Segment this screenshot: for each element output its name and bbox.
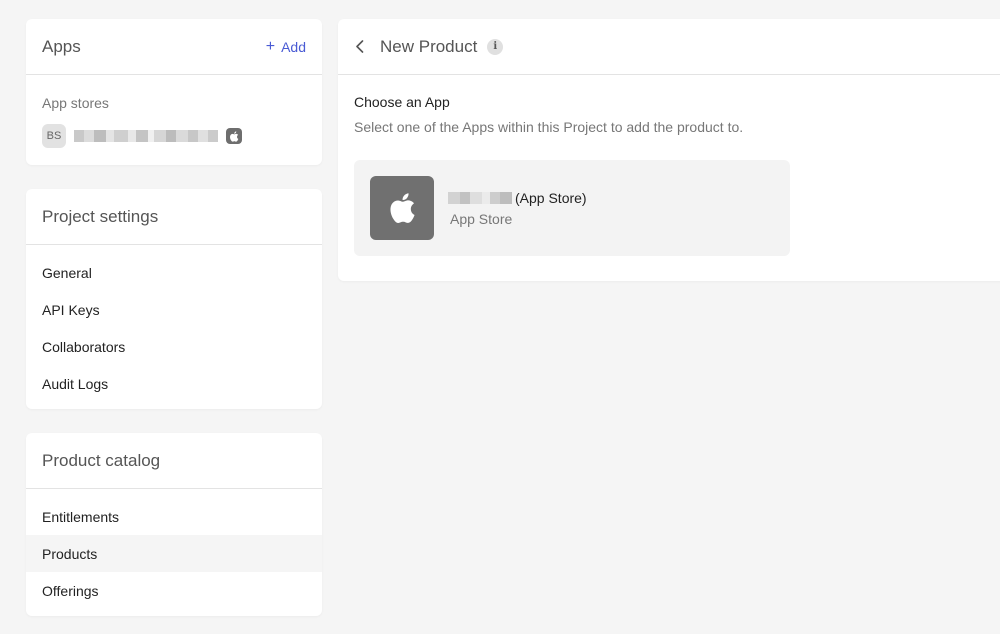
apps-header: Apps + Add (26, 19, 322, 75)
nav-item-audit-logs[interactable]: Audit Logs (26, 365, 322, 402)
apple-icon (370, 176, 434, 240)
nav-item-offerings[interactable]: Offerings (26, 572, 322, 609)
info-icon[interactable]: i (487, 38, 504, 55)
nav-item-general[interactable]: General (26, 254, 322, 291)
add-app-label: Add (281, 38, 306, 55)
app-stores-label: App stores (42, 95, 109, 111)
plus-icon: + (265, 37, 276, 55)
app-option-card[interactable]: (App Store) App Store (354, 160, 790, 256)
nav-item-collaborators[interactable]: Collaborators (26, 328, 322, 365)
product-catalog-nav: Entitlements Products Offerings (26, 489, 322, 609)
project-settings-header: Project settings (26, 189, 322, 245)
project-settings-nav: General API Keys Collaborators Audit Log… (26, 245, 322, 402)
app-option-texts: (App Store) App Store (448, 190, 587, 227)
product-catalog-title: Product catalog (42, 450, 161, 470)
nav-item-products[interactable]: Products (26, 535, 322, 572)
app-avatar: BS (42, 124, 66, 148)
project-settings-panel: Project settings General API Keys Collab… (26, 189, 322, 409)
app-option-store: App Store (450, 210, 513, 227)
redacted-app-name (448, 191, 512, 204)
page-title: New Product (380, 36, 478, 56)
nav-item-entitlements[interactable]: Entitlements (26, 498, 322, 535)
product-catalog-panel: Product catalog Entitlements Products Of… (26, 433, 322, 616)
chevron-left-icon[interactable] (352, 40, 366, 54)
redacted-app-name (74, 130, 218, 142)
new-product-panel: New Product i Choose an App Select one o… (338, 19, 1000, 281)
new-product-body: Choose an App Select one of the Apps wit… (338, 75, 1000, 275)
add-app-button[interactable]: + Add (265, 37, 306, 55)
app-list-item[interactable]: BS (26, 111, 322, 148)
nav-item-api-keys[interactable]: API Keys (26, 291, 322, 328)
app-option-name: (App Store) (448, 190, 587, 206)
new-product-header: New Product i (338, 19, 1000, 75)
apps-title: Apps (42, 36, 81, 56)
choose-app-subtitle: Select one of the Apps within this Proje… (354, 119, 744, 135)
app-option-name-suffix: (App Store) (515, 189, 587, 206)
apps-panel: Apps + Add App stores BS (26, 19, 322, 165)
project-settings-title: Project settings (42, 206, 159, 226)
choose-app-title: Choose an App (354, 94, 450, 110)
apple-icon (226, 128, 242, 144)
product-catalog-header: Product catalog (26, 433, 322, 489)
